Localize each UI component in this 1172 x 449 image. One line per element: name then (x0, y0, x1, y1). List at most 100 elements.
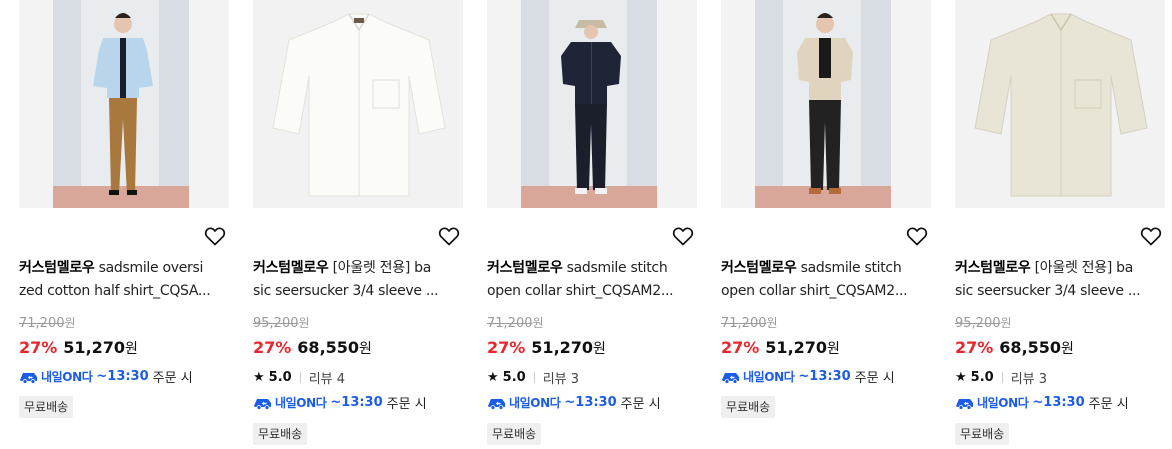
sale-price: 68,550 (297, 338, 360, 357)
delivery-suffix: 주문 시 (1088, 397, 1129, 412)
heart-icon[interactable] (1139, 224, 1163, 248)
brand-name: 커스텀멜로우 (721, 260, 797, 276)
divider (299, 372, 301, 383)
heart-icon[interactable] (905, 224, 929, 248)
delivery-truck-icon (20, 372, 37, 384)
product-image[interactable] (487, 0, 697, 208)
title-text-2: sic seersucker 3/4 sleeve ... (955, 283, 1141, 299)
delivery-suffix: 주문 시 (854, 371, 895, 386)
product-image[interactable] (721, 0, 931, 208)
sale-price: 68,550 (999, 338, 1062, 357)
title-text-2: sic seersucker 3/4 sleeve ... (253, 283, 439, 299)
brand-name: 커스텀멜로우 (253, 260, 329, 276)
discount-rate: 27% (721, 338, 760, 357)
delivery-truck-icon (254, 398, 271, 410)
star-icon: ★ (487, 370, 499, 385)
brand-name: 커스텀멜로우 (487, 260, 563, 276)
delivery-truck-icon (722, 372, 739, 384)
review-count: 리뷰 3 (542, 372, 580, 387)
delivery-badge: 내일ON다 (487, 394, 561, 411)
brand-name: 커스텀멜로우 (19, 260, 95, 276)
rating-score: 5.0 (970, 370, 994, 385)
product-card[interactable]: 커스텀멜로우 sadsmile stitch open collar shirt… (721, 0, 931, 449)
title-text-2: open collar shirt_CQSAM2... (487, 283, 674, 299)
product-card[interactable]: 커스텀멜로우 [아울렛 전용] ba sic seersucker 3/4 sl… (955, 0, 1165, 449)
product-card[interactable]: 커스텀멜로우 sadsmile oversi zed cotton half s… (19, 0, 229, 449)
delivery-suffix: 주문 시 (152, 371, 193, 386)
product-image[interactable] (19, 0, 229, 208)
delivery-info: 내일ON다 ~13:30 주문 시 (487, 393, 661, 412)
product-image[interactable] (955, 0, 1165, 208)
product-title[interactable]: 커스텀멜로우 [아울렛 전용] ba sic seersucker 3/4 sl… (955, 257, 1165, 303)
original-price: 71,200원 (721, 316, 778, 331)
title-text-2: open collar shirt_CQSAM2... (721, 283, 908, 299)
delivery-truck-icon (956, 398, 973, 410)
original-price: 71,200원 (487, 316, 544, 331)
divider (1001, 372, 1003, 383)
free-shipping-badge: 무료배송 (955, 423, 1010, 445)
free-shipping-badge: 무료배송 (253, 423, 308, 445)
free-shipping-badge: 무료배송 (19, 396, 74, 418)
sale-price: 51,270 (63, 338, 126, 357)
delivery-badge: 내일ON다 (721, 368, 795, 385)
sale-price-row: 27% 51,270원 (721, 338, 840, 357)
sale-price: 51,270 (531, 338, 594, 357)
delivery-info: 내일ON다 ~13:30 주문 시 (721, 367, 895, 386)
product-card[interactable]: 커스텀멜로우 [아울렛 전용] ba sic seersucker 3/4 sl… (253, 0, 463, 449)
product-grid: 커스텀멜로우 sadsmile oversi zed cotton half s… (0, 0, 1172, 449)
sale-price-row: 27% 51,270원 (19, 338, 138, 357)
delivery-truck-icon (488, 398, 505, 410)
delivery-info: 내일ON다 ~13:30 주문 시 (955, 393, 1129, 412)
sale-price-row: 27% 51,270원 (487, 338, 606, 357)
review-count: 리뷰 4 (308, 372, 346, 387)
title-text: sadsmile stitch (796, 260, 902, 276)
product-title[interactable]: 커스텀멜로우 sadsmile stitch open collar shirt… (487, 257, 697, 303)
rating-row: ★ 5.0 리뷰 4 (253, 368, 345, 387)
product-title[interactable]: 커스텀멜로우 [아울렛 전용] ba sic seersucker 3/4 sl… (253, 257, 463, 303)
divider (533, 372, 535, 383)
delivery-time: ~13:30 (330, 395, 383, 410)
heart-icon[interactable] (437, 224, 461, 248)
rating-score: 5.0 (268, 370, 292, 385)
delivery-suffix: 주문 시 (620, 397, 661, 412)
free-shipping-badge: 무료배송 (487, 423, 542, 445)
delivery-badge: 내일ON다 (955, 394, 1029, 411)
title-text: sadsmile oversi (94, 260, 204, 276)
brand-name: 커스텀멜로우 (955, 260, 1031, 276)
product-title[interactable]: 커스텀멜로우 sadsmile oversi zed cotton half s… (19, 257, 229, 303)
sale-price-row: 27% 68,550원 (253, 338, 372, 357)
original-price: 95,200원 (955, 316, 1012, 331)
discount-rate: 27% (487, 338, 526, 357)
title-text-2: zed cotton half shirt_CQSA... (19, 283, 211, 299)
star-icon: ★ (955, 370, 967, 385)
review-count: 리뷰 3 (1010, 372, 1048, 387)
original-price: 95,200원 (253, 316, 310, 331)
delivery-info: 내일ON다 ~13:30 주문 시 (19, 367, 193, 386)
rating-score: 5.0 (502, 370, 526, 385)
delivery-time: ~13:30 (798, 369, 851, 384)
delivery-time: ~13:30 (1032, 395, 1085, 410)
discount-rate: 27% (955, 338, 994, 357)
delivery-info: 내일ON다 ~13:30 주문 시 (253, 393, 427, 412)
sale-price-row: 27% 68,550원 (955, 338, 1074, 357)
rating-row: ★ 5.0 리뷰 3 (487, 368, 579, 387)
heart-icon[interactable] (203, 224, 227, 248)
free-shipping-badge: 무료배송 (721, 396, 776, 418)
delivery-time: ~13:30 (564, 395, 617, 410)
title-text: [아울렛 전용] ba (328, 260, 432, 276)
product-card[interactable]: 커스텀멜로우 sadsmile stitch open collar shirt… (487, 0, 697, 449)
delivery-time: ~13:30 (96, 369, 149, 384)
title-text: sadsmile stitch (562, 260, 668, 276)
rating-row: ★ 5.0 리뷰 3 (955, 368, 1047, 387)
product-image[interactable] (253, 0, 463, 208)
delivery-suffix: 주문 시 (386, 397, 427, 412)
title-text: [아울렛 전용] ba (1030, 260, 1134, 276)
delivery-badge: 내일ON다 (253, 394, 327, 411)
star-icon: ★ (253, 370, 265, 385)
heart-icon[interactable] (671, 224, 695, 248)
product-title[interactable]: 커스텀멜로우 sadsmile stitch open collar shirt… (721, 257, 931, 303)
original-price: 71,200원 (19, 316, 76, 331)
discount-rate: 27% (19, 338, 58, 357)
sale-price: 51,270 (765, 338, 828, 357)
discount-rate: 27% (253, 338, 292, 357)
